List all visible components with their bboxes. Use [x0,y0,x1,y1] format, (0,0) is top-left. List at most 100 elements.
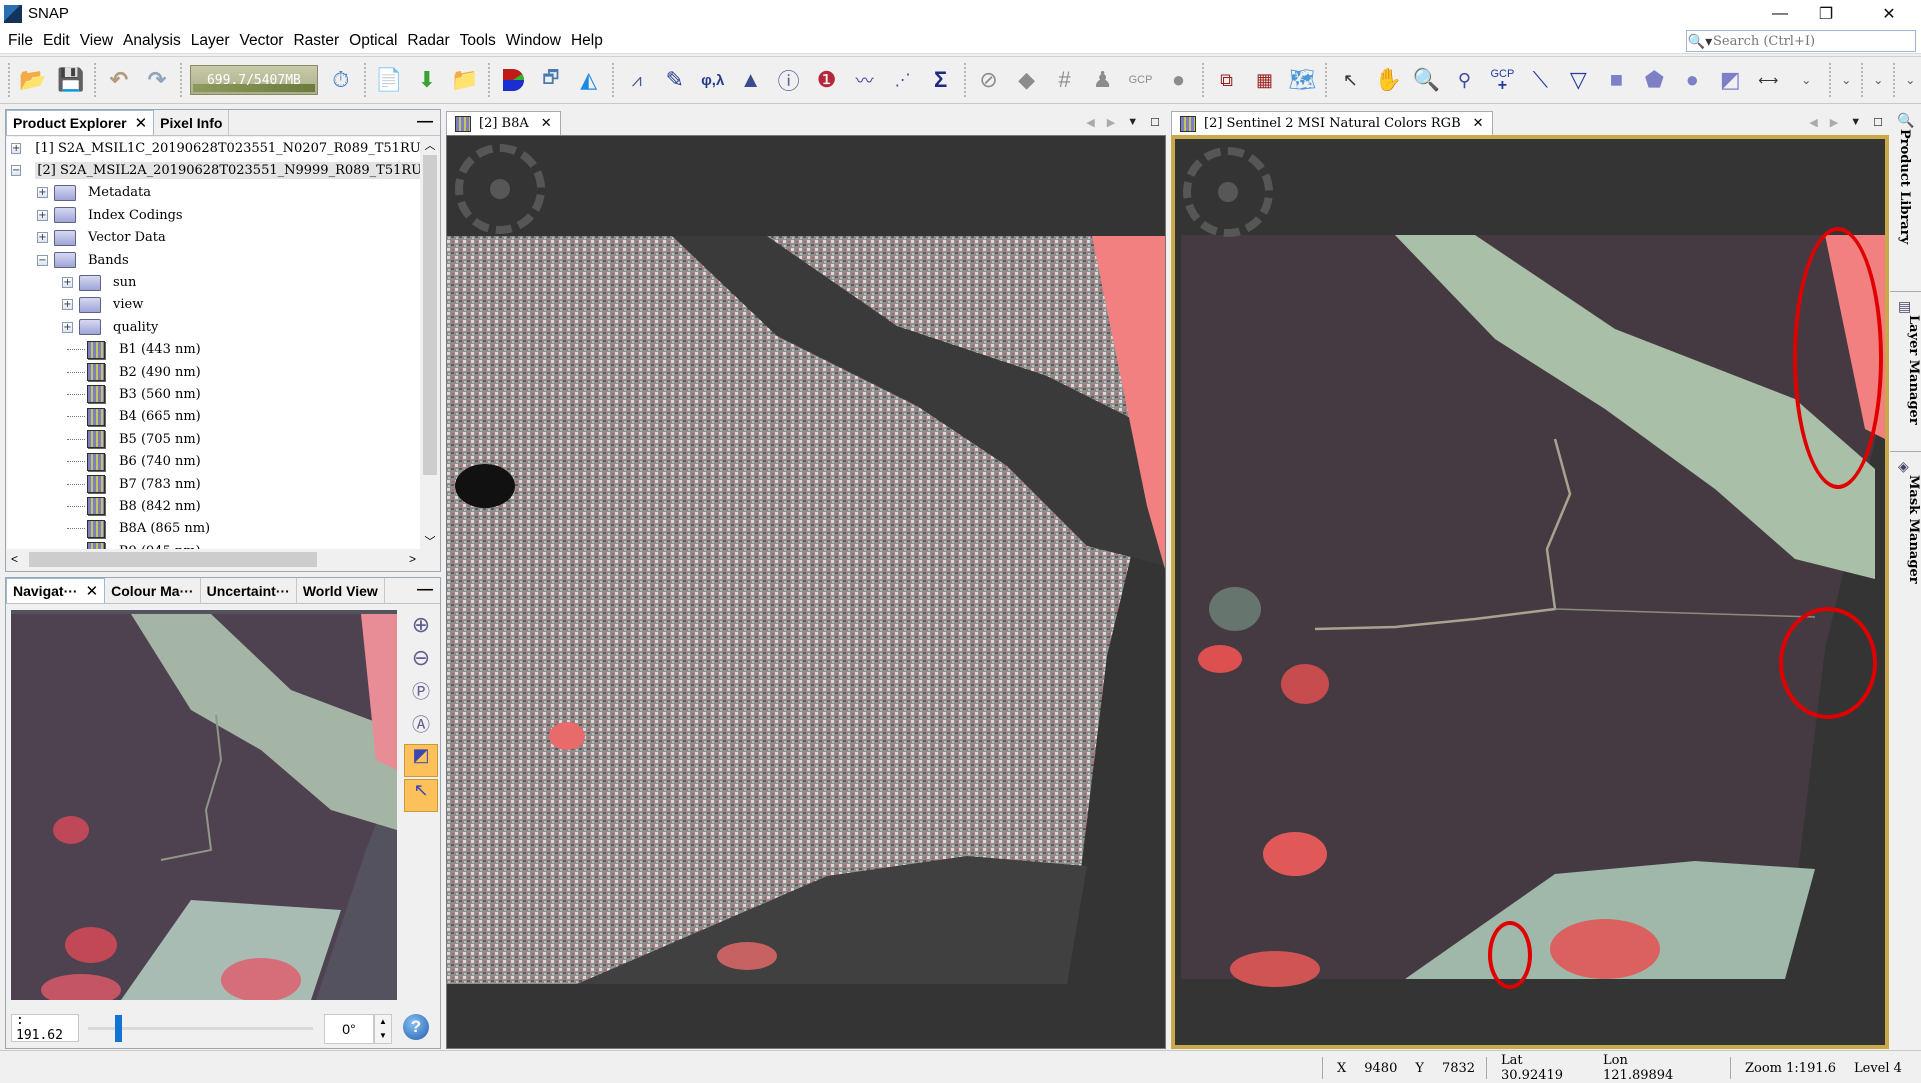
close-tab-icon[interactable]: ✕ [541,116,552,131]
scroll-right-icon[interactable]: > [409,552,416,566]
pan-compass-control[interactable] [1183,147,1273,237]
tree-vertical-scrollbar[interactable]: ︿ ﹀ [421,137,439,549]
tree-band-b5[interactable]: B5 (705 nm) [7,428,420,450]
batch-processing-icon[interactable]: ▦ [1247,62,1283,98]
collapse-icon[interactable]: − [11,165,22,177]
range-finder-icon[interactable]: ◩ [1712,62,1748,98]
close-tab-icon[interactable]: ✕ [86,582,99,600]
zoom-tool-icon[interactable]: 🔍 [1408,62,1444,98]
scatter-plot-icon[interactable]: ⋰ [885,62,921,98]
tab-view-rgb[interactable]: [2] Sentinel 2 MSI Natural Colors RGB ✕ [1171,111,1493,135]
menu-raster[interactable]: Raster [289,32,343,50]
tab-pixel-info[interactable]: Pixel Info [154,110,230,135]
menu-edit[interactable]: Edit [39,32,74,50]
geocoding-icon[interactable]: φ,λ [695,62,731,98]
scroll-right-tabs-icon[interactable]: ▶ [1830,116,1838,129]
menu-view[interactable]: View [76,32,117,50]
tab-list-icon[interactable]: ▼ [1850,116,1861,129]
menu-layer[interactable]: Layer [187,32,234,50]
tab-colour-manipulation[interactable]: Colour Ma··· [105,578,201,603]
menu-optical[interactable]: Optical [345,32,401,50]
rotation-spinner[interactable]: ▲ ▼ [374,1014,392,1044]
scroll-thumb[interactable] [29,552,317,567]
line-tool-icon[interactable]: ⟍ [1522,62,1558,98]
menu-vector[interactable]: Vector [236,32,288,50]
tree-band-b2[interactable]: B2 (490 nm) [7,361,420,383]
zoom-factor-field[interactable]: : 191.62 [11,1013,79,1043]
collapse-icon[interactable]: − [37,254,48,266]
pin-tool-icon[interactable]: ⚲ [1446,62,1482,98]
expand-icon[interactable]: + [37,232,48,244]
close-button[interactable]: ✕ [1866,0,1912,28]
overlay-gcp-icon[interactable]: GCP [1123,62,1159,98]
menu-radar[interactable]: Radar [403,32,453,50]
image-canvas-rgb[interactable] [1171,135,1889,1049]
menu-file[interactable]: File [4,32,37,50]
sync-cursor-icon[interactable]: ↖ [404,779,438,812]
new-product-icon[interactable]: 📄 [371,62,407,98]
zoom-slider[interactable] [88,1015,313,1042]
spectrum-icon[interactable]: ⩘ [619,62,655,98]
tab-product-explorer[interactable]: Product Explorer ✕ [6,110,155,135]
more-chevron-icon-1[interactable]: ⌄ [1836,62,1856,98]
tree-band-b4[interactable]: B4 (665 nm) [7,406,420,428]
search-input[interactable]: Search (Ctrl+I) [1713,34,1815,49]
export-product-icon[interactable]: 📁 [447,62,483,98]
sidebar-product-library[interactable]: 🔍 Product Library [1890,112,1921,292]
tree-band-group-quality[interactable]: + quality [7,316,420,338]
scroll-down-icon[interactable]: ﹀ [421,533,439,549]
tree-product-1[interactable]: + [1] S2A_MSIL1C_20190628T023551_N0207_R0… [7,137,420,159]
world-map-icon[interactable]: 🗺 [1284,62,1320,98]
sidebar-layer-manager[interactable]: ▤ Layer Manager [1890,292,1921,452]
tab-view-b8a[interactable]: [2] B8A ✕ [446,111,561,135]
help-icon[interactable]: ? [403,1014,429,1040]
scroll-left-tabs-icon[interactable]: ◀ [1809,116,1817,129]
undo-icon[interactable]: ↶ [101,62,137,98]
expand-icon[interactable]: + [62,321,73,333]
zoom-pixel-icon[interactable]: Ⓟ [404,678,438,711]
tree-horizontal-scrollbar[interactable]: < > [7,550,420,570]
minimize-panel-button[interactable]: — [410,578,440,603]
expand-icon[interactable]: + [62,299,73,311]
tab-uncertainty[interactable]: Uncertaint··· [201,578,297,603]
histogram-icon[interactable]: ▲ [733,62,769,98]
open-window-icon[interactable]: 🗗 [533,62,569,98]
expand-icon[interactable]: + [62,277,73,289]
tree-group-vector-data[interactable]: + Vector Data [7,227,420,249]
expand-icon[interactable]: + [37,209,48,221]
session-icon[interactable]: ⏱ [323,62,359,98]
measure-tool-icon[interactable]: ⟷ [1750,62,1786,98]
tree-band-b6[interactable]: B6 (740 nm) [7,450,420,472]
spectrum-view-icon[interactable]: 〰 [847,62,883,98]
tree-band-b7[interactable]: B7 (783 nm) [7,473,420,495]
wave-icon[interactable]: ◭ [571,62,607,98]
pixel-info-icon[interactable]: ❶ [809,62,845,98]
scroll-thumb[interactable] [423,155,437,475]
tree-band-group-sun[interactable]: + sun [7,271,420,293]
tree-band-b3[interactable]: B3 (560 nm) [7,383,420,405]
tab-world-view[interactable]: World View [297,578,385,603]
tree-group-bands[interactable]: − Bands [7,249,420,271]
scroll-left-tabs-icon[interactable]: ◀ [1086,116,1094,129]
maximize-icon[interactable]: ☐ [1150,116,1160,129]
zoom-out-icon[interactable]: ⊖ [404,645,438,678]
overlay-no-data-icon[interactable]: ⊘ [971,62,1007,98]
sidebar-mask-manager[interactable]: ◈ Mask Manager [1890,452,1921,632]
zoom-slider-thumb[interactable] [115,1015,122,1042]
tree-band-b1[interactable]: B1 (443 nm) [7,339,420,361]
rgb-image-icon[interactable] [495,62,531,98]
minimize-panel-button[interactable]: — [410,110,440,135]
scroll-up-icon[interactable]: ︿ [421,137,439,155]
open-product-icon[interactable]: 📂 [15,62,51,98]
menu-help[interactable]: Help [567,32,607,50]
ellipse-tool-icon[interactable]: ● [1674,62,1710,98]
sync-views-icon[interactable]: ◩ [404,744,438,777]
tree-group-index-codings[interactable]: + Index Codings [7,204,420,226]
more-tools-chevron-icon[interactable]: ⌄ [1788,62,1824,98]
gcp-tool-icon[interactable]: GCP + [1484,62,1520,98]
menu-tools[interactable]: Tools [456,32,500,50]
overlay-pin-icon[interactable]: ♟ [1085,62,1121,98]
close-tab-icon[interactable]: ✕ [135,114,148,132]
image-canvas-b8a[interactable] [446,135,1166,1049]
overlay-graticule-icon[interactable]: # [1047,62,1083,98]
